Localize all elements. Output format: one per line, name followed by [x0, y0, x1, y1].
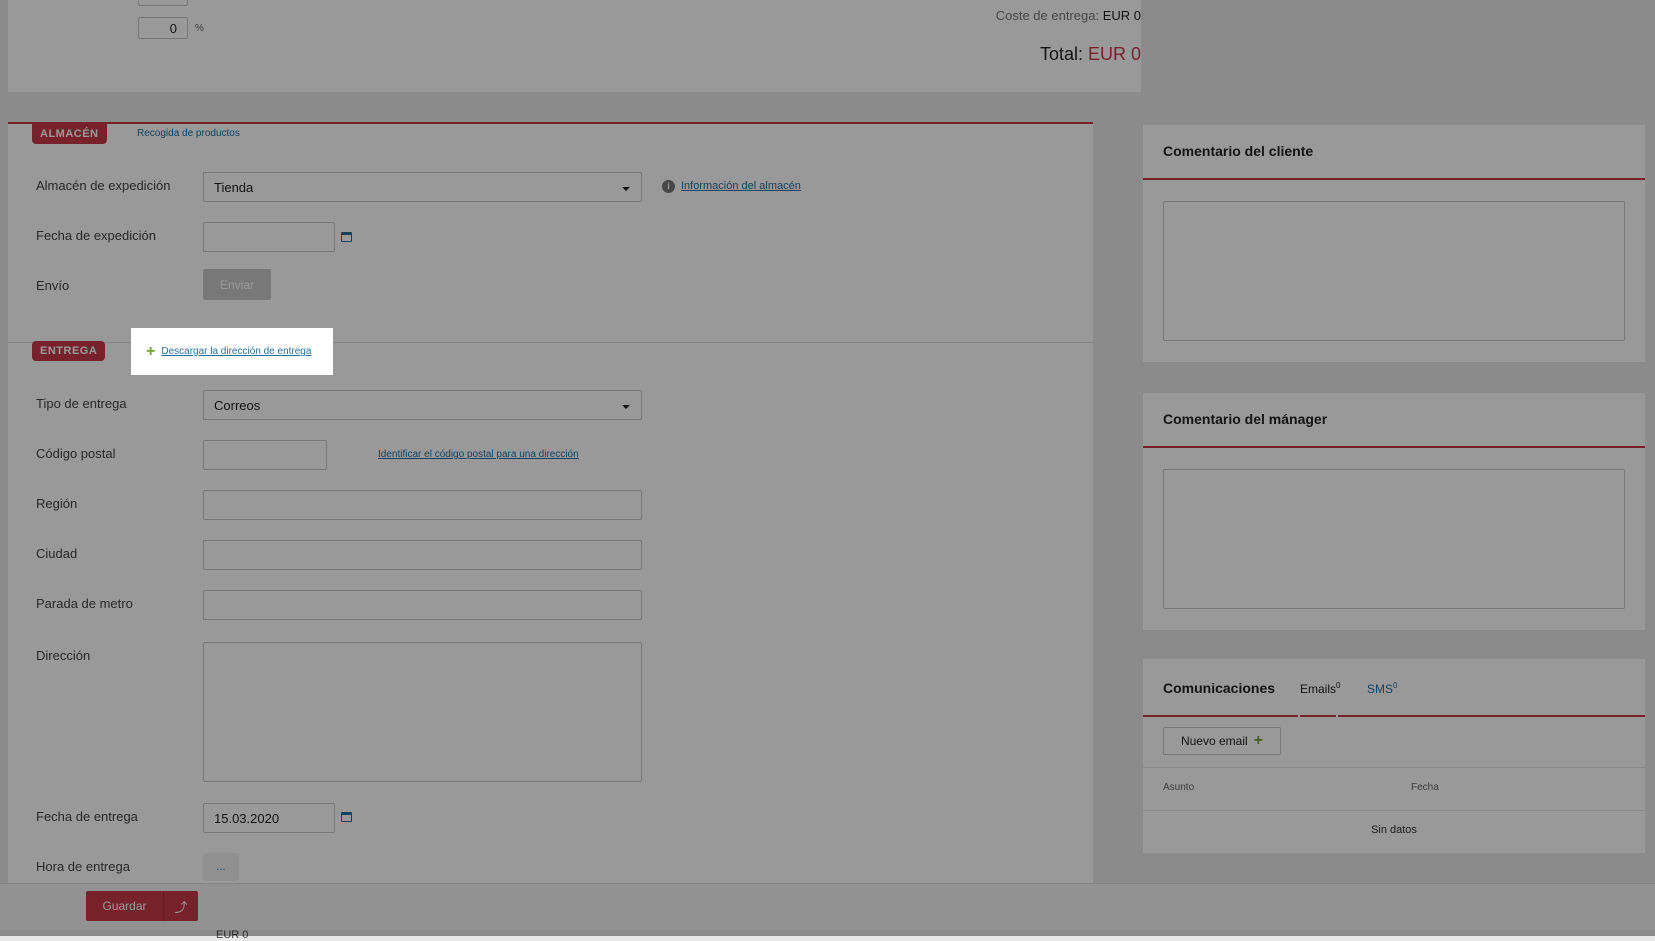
identify-postal-code-link[interactable]: Identificar el código postal para una di… [378, 449, 579, 460]
discount-field-partial[interactable] [138, 0, 188, 6]
dispatch-date-input[interactable] [203, 222, 335, 252]
warehouse-tag: ALMACÉN [32, 124, 107, 144]
shipping-cost-label: Coste de entrega: [995, 8, 1100, 23]
new-email-label: Nuevo email [1180, 734, 1248, 748]
order-main-panel: ALMACÉN Recogida de productos Almacén de… [8, 122, 1093, 892]
client-comment-line [1143, 178, 1645, 180]
warehouse-info-link[interactable]: Información del almacén [681, 180, 801, 192]
warehouse-section-line [8, 122, 1093, 124]
metro-stop-label: Parada de metro [36, 596, 133, 611]
manager-comment-textarea[interactable] [1163, 469, 1625, 609]
bottom-action-bar [0, 883, 1655, 930]
send-button[interactable]: Enviar [203, 269, 271, 300]
warehouse-select[interactable]: Tienda [203, 172, 642, 202]
total-value: EUR 0 [1087, 44, 1141, 64]
delivery-tag: ENTREGA [32, 341, 106, 361]
delivery-time-label: Hora de entrega [36, 859, 130, 874]
order-summary-panel: 0 % Coste de entrega: EUR 0 Total: EUR 0 [8, 0, 1141, 92]
postal-code-label: Código postal [36, 446, 116, 461]
region-label: Región [36, 496, 78, 511]
shipping-cost: Coste de entrega: EUR 0 [996, 8, 1141, 23]
order-total: Total: EUR 0 [1040, 44, 1141, 65]
plus-icon: + [1253, 732, 1264, 749]
postal-code-input[interactable] [203, 440, 327, 470]
city-input[interactable] [203, 540, 642, 570]
manager-comment-line [1143, 446, 1645, 448]
region-input[interactable] [203, 490, 642, 520]
partial-footer-value: EUR 0 [216, 929, 249, 941]
delivery-date-label: Fecha de entrega [36, 809, 138, 824]
manager-comment-panel: Comentario del mánager [1143, 393, 1645, 630]
plus-icon: + [146, 342, 156, 360]
product-pickup-tab[interactable]: Recogida de productos [137, 128, 240, 139]
address-textarea[interactable] [203, 642, 642, 782]
column-subject: Asunto [1163, 782, 1195, 793]
save-and-exit-icon[interactable]: ⤴ [164, 891, 198, 921]
column-date: Fecha [1411, 782, 1439, 793]
save-button[interactable]: Guardar [86, 891, 164, 921]
delivery-type-label: Tipo de entrega [36, 396, 127, 411]
tab-sms[interactable]: SMS0 [1367, 681, 1397, 696]
percent-sign: % [195, 23, 204, 34]
save-button-group[interactable]: Guardar ⤴ [86, 891, 198, 921]
new-email-button[interactable]: Nuevo email + [1163, 727, 1281, 755]
communications-line [1143, 715, 1298, 717]
info-icon: i [662, 180, 675, 193]
delivery-date-input[interactable]: 15.03.2020 [203, 803, 335, 833]
tab-emails[interactable]: Emails0 [1300, 681, 1340, 696]
address-label: Dirección [36, 648, 91, 663]
shipment-label: Envío [36, 278, 70, 293]
delivery-type-select[interactable]: Correos [203, 390, 642, 420]
communications-panel: Comunicaciones Emails0 SMS0 Nuevo email … [1143, 659, 1645, 853]
client-comment-panel: Comentario del cliente [1143, 125, 1645, 362]
calendar-icon[interactable] [341, 812, 352, 822]
tab-sms-count: 0 [1393, 681, 1398, 690]
delivery-time-button[interactable]: ... [203, 853, 239, 881]
manager-comment-title: Comentario del mánager [1163, 411, 1328, 427]
communications-line [1338, 715, 1645, 717]
dispatch-date-label: Fecha de expedición [36, 228, 156, 243]
calendar-icon[interactable] [341, 232, 352, 242]
client-comment-textarea[interactable] [1163, 201, 1625, 341]
tab-sms-label: SMS [1367, 682, 1394, 696]
tab-emails-label: Emails [1300, 682, 1337, 696]
client-comment-title: Comentario del cliente [1163, 143, 1314, 159]
empty-state-text: Sin datos [1371, 824, 1417, 836]
table-header: Asunto Fecha [1143, 767, 1645, 811]
communications-title: Comunicaciones [1163, 680, 1276, 696]
discount-percent-input[interactable]: 0 [138, 17, 188, 39]
shipping-cost-value: EUR 0 [1102, 8, 1141, 23]
total-label: Total: [1039, 44, 1083, 64]
communications-line [1300, 715, 1336, 717]
city-label: Ciudad [36, 546, 78, 561]
tab-emails-count: 0 [1336, 681, 1341, 690]
download-delivery-address-link[interactable]: Descargar la dirección de entrega [161, 346, 311, 357]
warehouse-label: Almacén de expedición [36, 178, 171, 193]
metro-stop-input[interactable] [203, 590, 642, 620]
download-address-highlight[interactable]: + Descargar la dirección de entrega [131, 328, 333, 375]
